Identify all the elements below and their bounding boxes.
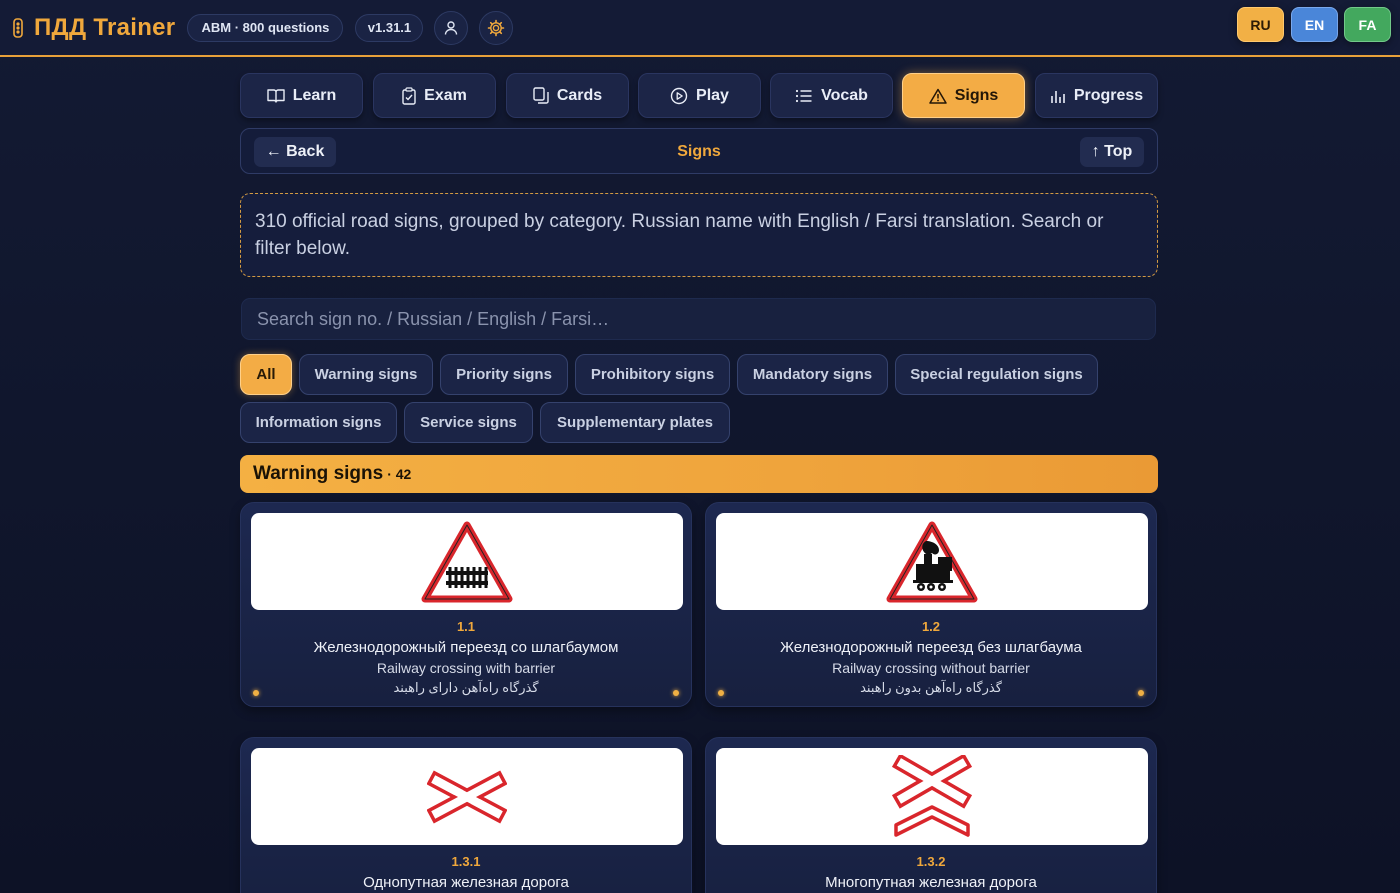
sign-name-fa: گذرگاه راه‌آهن بدون راهبند — [860, 680, 1002, 695]
tab-play[interactable]: Play — [638, 73, 761, 118]
main-nav: Learn Exam Cards Play Vocab Signs Progre… — [240, 73, 1158, 118]
tab-progress[interactable]: Progress — [1035, 73, 1158, 118]
sign-name-fa: گذرگاه راه‌آهن دارای راهبند — [393, 680, 539, 695]
section-header: Warning signs · 42 — [240, 455, 1158, 493]
sign-card[interactable]: 1.3.1 Однопутная железная дорога — [240, 737, 692, 893]
warning-icon — [928, 88, 947, 104]
tab-signs[interactable]: Signs — [902, 73, 1025, 118]
tab-exam[interactable]: Exam — [373, 73, 496, 118]
settings-button[interactable] — [479, 10, 514, 45]
signs-header: ← Back Signs ↑ Top — [240, 128, 1158, 174]
sign-number: 1.3.2 — [916, 854, 946, 869]
version-badge: v1.31.1 — [355, 13, 424, 42]
railway-crossing-no-barrier-icon — [886, 521, 978, 602]
sign-name-ru: Однопутная железная дорога — [363, 874, 569, 891]
railway-crossing-barrier-icon — [421, 521, 513, 602]
corner-dot — [253, 690, 259, 696]
corner-dot — [1138, 690, 1144, 696]
tab-exam-label: Exam — [424, 86, 467, 104]
filter-prohibitory-signs[interactable]: Prohibitory signs — [575, 354, 730, 395]
tab-vocab[interactable]: Vocab — [770, 73, 893, 118]
sign-image — [251, 513, 683, 610]
tab-signs-label: Signs — [954, 86, 999, 104]
sign-image — [251, 748, 683, 845]
top-bar: ПДД Trainer ABM · 800 questions v1.31.1 … — [0, 0, 1400, 57]
traffic-light-icon — [13, 17, 23, 38]
scroll-top-button[interactable]: ↑ Top — [1080, 137, 1144, 167]
gear-icon — [488, 19, 505, 36]
filter-service-signs[interactable]: Service signs — [404, 402, 533, 443]
corner-dot — [673, 690, 679, 696]
search-input[interactable] — [241, 298, 1156, 340]
section-title: Warning signs — [253, 463, 384, 484]
tab-cards-label: Cards — [556, 86, 603, 104]
multi-track-railway-icon — [892, 754, 972, 837]
tab-progress-label: Progress — [1073, 86, 1144, 104]
sign-name-ru: Многопутная железная дорога — [825, 874, 1037, 891]
sign-name-en: Railway crossing with barrier — [376, 660, 556, 676]
filter-information-signs[interactable]: Information signs — [240, 402, 397, 443]
filter-warning-signs[interactable]: Warning signs — [299, 354, 433, 395]
filter-all[interactable]: All — [240, 354, 292, 395]
bar-chart-icon — [1051, 90, 1065, 103]
single-track-railway-icon — [427, 770, 507, 823]
info-note: 310 official road signs, grouped by cate… — [240, 193, 1158, 277]
profile-button[interactable] — [434, 10, 469, 45]
corner-dot — [718, 690, 724, 696]
sign-number: 1.2 — [921, 619, 941, 634]
filter-special-regulation-signs[interactable]: Special regulation signs — [895, 354, 1098, 395]
list-icon — [795, 89, 812, 102]
sign-card[interactable]: 1.3.2 Многопутная железная дорога — [705, 737, 1157, 893]
tab-cards[interactable]: Cards — [506, 73, 629, 118]
sign-number: 1.3.1 — [451, 854, 481, 869]
lang-en-button[interactable]: EN — [1291, 7, 1338, 42]
filter-supplementary-plates[interactable]: Supplementary plates — [540, 402, 730, 443]
filter-mandatory-signs[interactable]: Mandatory signs — [737, 354, 888, 395]
sign-image — [716, 748, 1148, 845]
question-set-badge[interactable]: ABM · 800 questions — [187, 13, 344, 42]
lang-fa-button[interactable]: FA — [1344, 7, 1391, 42]
lang-ru-button[interactable]: RU — [1237, 7, 1284, 42]
sign-card[interactable]: 1.1 Железнодорожный переезд со шлагбаумо… — [240, 502, 692, 707]
tab-play-label: Play — [696, 86, 729, 104]
book-icon — [267, 88, 285, 103]
brand[interactable]: ПДД Trainer — [10, 14, 175, 42]
sign-name-en: Railway crossing without barrier — [832, 660, 1030, 676]
clipboard-check-icon — [402, 86, 416, 105]
sign-card[interactable]: 1.2 Железнодорожный переезд без шлагбаум… — [705, 502, 1157, 707]
filter-priority-signs[interactable]: Priority signs — [440, 354, 568, 395]
tab-vocab-label: Vocab — [821, 86, 868, 104]
sign-image — [716, 513, 1148, 610]
tab-learn[interactable]: Learn — [240, 73, 363, 118]
sign-number: 1.1 — [456, 619, 476, 634]
brand-name: ПДД Trainer — [34, 13, 176, 41]
section-count: · 42 — [387, 466, 412, 482]
page-title: Signs — [677, 143, 721, 160]
play-icon — [670, 87, 688, 104]
cards-icon — [533, 86, 549, 104]
user-icon — [445, 20, 458, 35]
sign-name-ru: Железнодорожный переезд со шлагбаумом — [313, 639, 619, 656]
sign-name-ru: Железнодорожный переезд без шлагбаума — [780, 639, 1082, 656]
tab-learn-label: Learn — [292, 86, 337, 104]
